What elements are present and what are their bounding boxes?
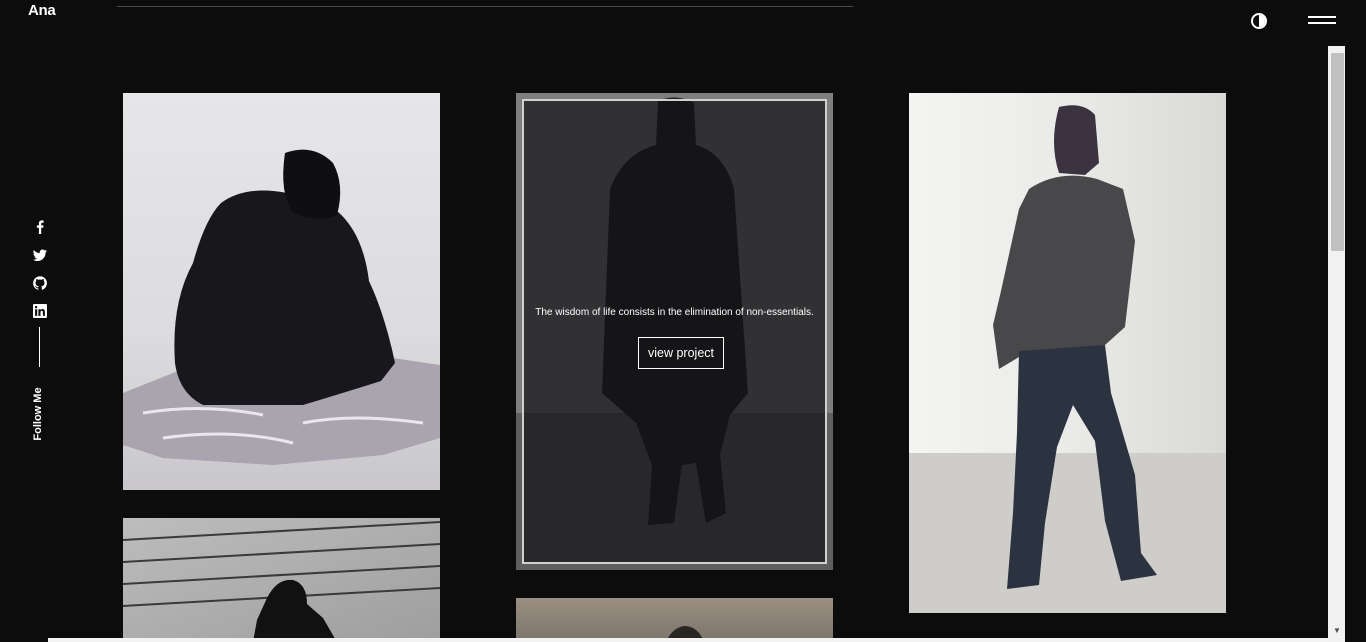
gallery-image [123, 149, 440, 465]
bottom-strip [48, 638, 1328, 642]
hamburger-menu-icon[interactable] [1308, 14, 1336, 26]
contrast-icon[interactable] [1251, 13, 1267, 29]
social-divider [39, 327, 40, 367]
hover-overlay: The wisdom of life consists in the elimi… [522, 99, 827, 564]
gallery-item[interactable] [123, 518, 440, 642]
scrollbar-thumb[interactable] [1331, 53, 1344, 251]
featured-gallery-item[interactable]: The wisdom of life consists in the elimi… [516, 93, 833, 570]
header-divider [117, 6, 853, 7]
project-quote: The wisdom of life consists in the elimi… [535, 307, 814, 318]
gallery-image [909, 105, 1226, 613]
gallery-item[interactable] [516, 598, 833, 642]
gallery-item[interactable] [123, 93, 440, 490]
twitter-icon[interactable] [31, 248, 49, 266]
linkedin-icon[interactable] [31, 304, 49, 322]
scroll-down-arrow-icon[interactable]: ▼ [1331, 626, 1343, 636]
social-links [31, 218, 49, 332]
facebook-icon[interactable] [31, 220, 49, 238]
github-icon[interactable] [31, 276, 49, 294]
gallery-image [666, 626, 704, 642]
follow-me-label: Follow Me [32, 387, 44, 441]
view-project-button[interactable]: view project [638, 337, 724, 369]
site-logo[interactable]: Ana [28, 2, 56, 19]
gallery-item[interactable] [909, 93, 1226, 613]
gallery-image [123, 521, 440, 642]
